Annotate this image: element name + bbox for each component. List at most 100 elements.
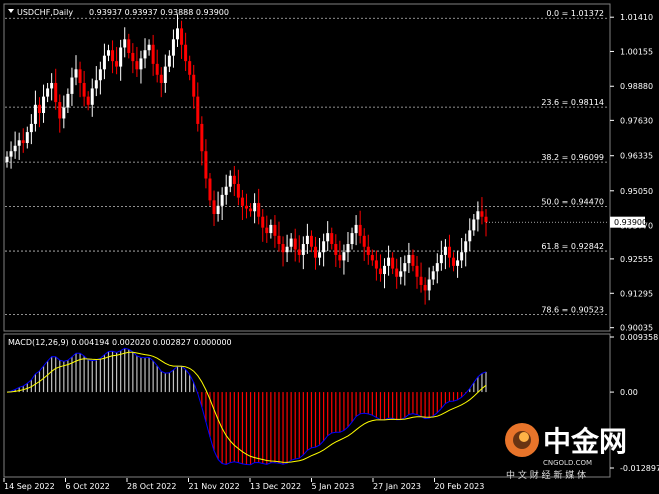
candle-body [484,216,488,223]
candle-body [196,96,200,124]
candle-body [62,107,66,119]
cngold-logo-highlight-icon [519,432,529,442]
fib-level-label: 78.6 = 0.90523 [541,305,604,314]
candle-body [423,284,427,291]
candle-body [447,246,451,258]
candle-body [269,224,273,234]
macd-axis-label: 0.009358 [620,333,658,342]
candle-body [232,175,236,184]
symbol-dropdown-icon[interactable] [8,9,14,13]
candle-body [403,263,407,272]
time-axis-label: 28 Oct 2022 [127,482,176,491]
candle-body [204,151,208,179]
candle-body [358,224,362,236]
candle-body [322,241,326,253]
fibonacci-levels: 0.0 = 1.01372 23.6 = 0.98114 38.2 = 0.9609… [5,9,609,315]
candle-body [464,241,468,253]
candle-body [383,265,387,275]
candle-body [309,235,313,247]
candle-body [175,28,179,40]
candle-body [318,252,322,258]
time-axis-label: 13 Dec 2022 [250,482,301,491]
price-panel-frame [3,3,611,332]
candle-body [452,257,456,266]
price-axis-label: 0.98880 [620,82,653,91]
candle-body [188,61,192,75]
candle-body [159,74,163,83]
macd-label: MACD(12,26,9) 0.004194 0.002020 0.002827… [8,338,232,347]
candle-body [362,235,366,247]
last-price-label: 0.93900 [614,218,647,227]
chart-canvas[interactable]: 0.0 = 1.01372 23.6 = 0.98114 38.2 = 0.9609… [0,0,659,494]
fib-level-label: 23.6 = 0.98114 [541,98,604,107]
candle-body [167,55,171,67]
candle-body [216,205,220,214]
price-axis-label: 0.92555 [620,255,653,264]
candle-body [86,96,90,105]
candle-body [439,254,443,264]
candle-body [184,44,188,62]
candle-body [25,132,29,144]
candle-body [143,50,147,59]
candle-body [443,246,447,255]
candle-body [395,268,399,277]
candle-body [366,246,370,255]
candle-body [460,252,464,261]
fib-level-label: 61.8 = 0.92842 [541,242,604,251]
time-axis-label: 14 Sep 2022 [4,482,55,491]
price-axis-label: 1.01410 [620,13,653,22]
candle-body [139,58,143,70]
candle-body [171,39,175,56]
candle-body [228,175,232,187]
candle-body [407,254,411,264]
candle-body [54,82,58,103]
candle-body [94,80,98,89]
price-axis-label: 0.90035 [620,324,653,333]
candle-body [13,145,17,152]
candle-body [391,257,395,269]
candle-body [66,93,70,108]
candle-body [155,63,159,75]
candle-body [301,244,305,255]
price-axis: 1.01410 1.00155 0.98880 0.97630 0.96335 0.950… [610,13,653,333]
candle-body [326,233,330,242]
candle-body [427,279,431,291]
candle-body [253,203,257,212]
candle-body [236,183,240,198]
candle-body [9,151,13,157]
candle-body [21,140,25,144]
time-axis-label: 20 Feb 2023 [435,482,485,491]
candle-body [265,227,269,234]
candle-body [192,74,196,97]
watermark-domain: CNGOLD.COM [543,459,592,467]
candle-body [411,254,415,266]
candle-body [277,235,281,245]
fib-level-label: 0.0 = 1.01372 [546,9,604,18]
time-axis-label: 27 Jan 2023 [373,482,421,491]
time-axis-label: 6 Oct 2022 [66,482,110,491]
watermark-tagline: 中 文 财 经 新 媒 体 [506,469,586,481]
candle-body [399,271,403,277]
candle-body [74,69,78,78]
candle-body [354,224,358,234]
candle-body [98,69,102,81]
candle-body [346,244,350,253]
candle-body [42,96,46,113]
time-axis: 14 Sep 2022 6 Oct 2022 28 Oct 2022 21 Nov 2… [3,478,485,491]
candle-body [33,104,37,124]
time-axis-label: 21 Nov 2022 [189,482,240,491]
candle-body [387,257,391,266]
candle-body [50,82,54,89]
candle-body [70,77,74,94]
candle-body [273,224,277,236]
candle-body [37,104,41,113]
candle-body [123,39,127,48]
candle-body [127,39,131,53]
candle-body [419,276,423,285]
candle-body [431,271,435,280]
candle-body [468,230,472,242]
candle-body [208,178,212,201]
candle-body [180,28,184,45]
candle-body [245,205,248,209]
candle-body [17,140,21,146]
